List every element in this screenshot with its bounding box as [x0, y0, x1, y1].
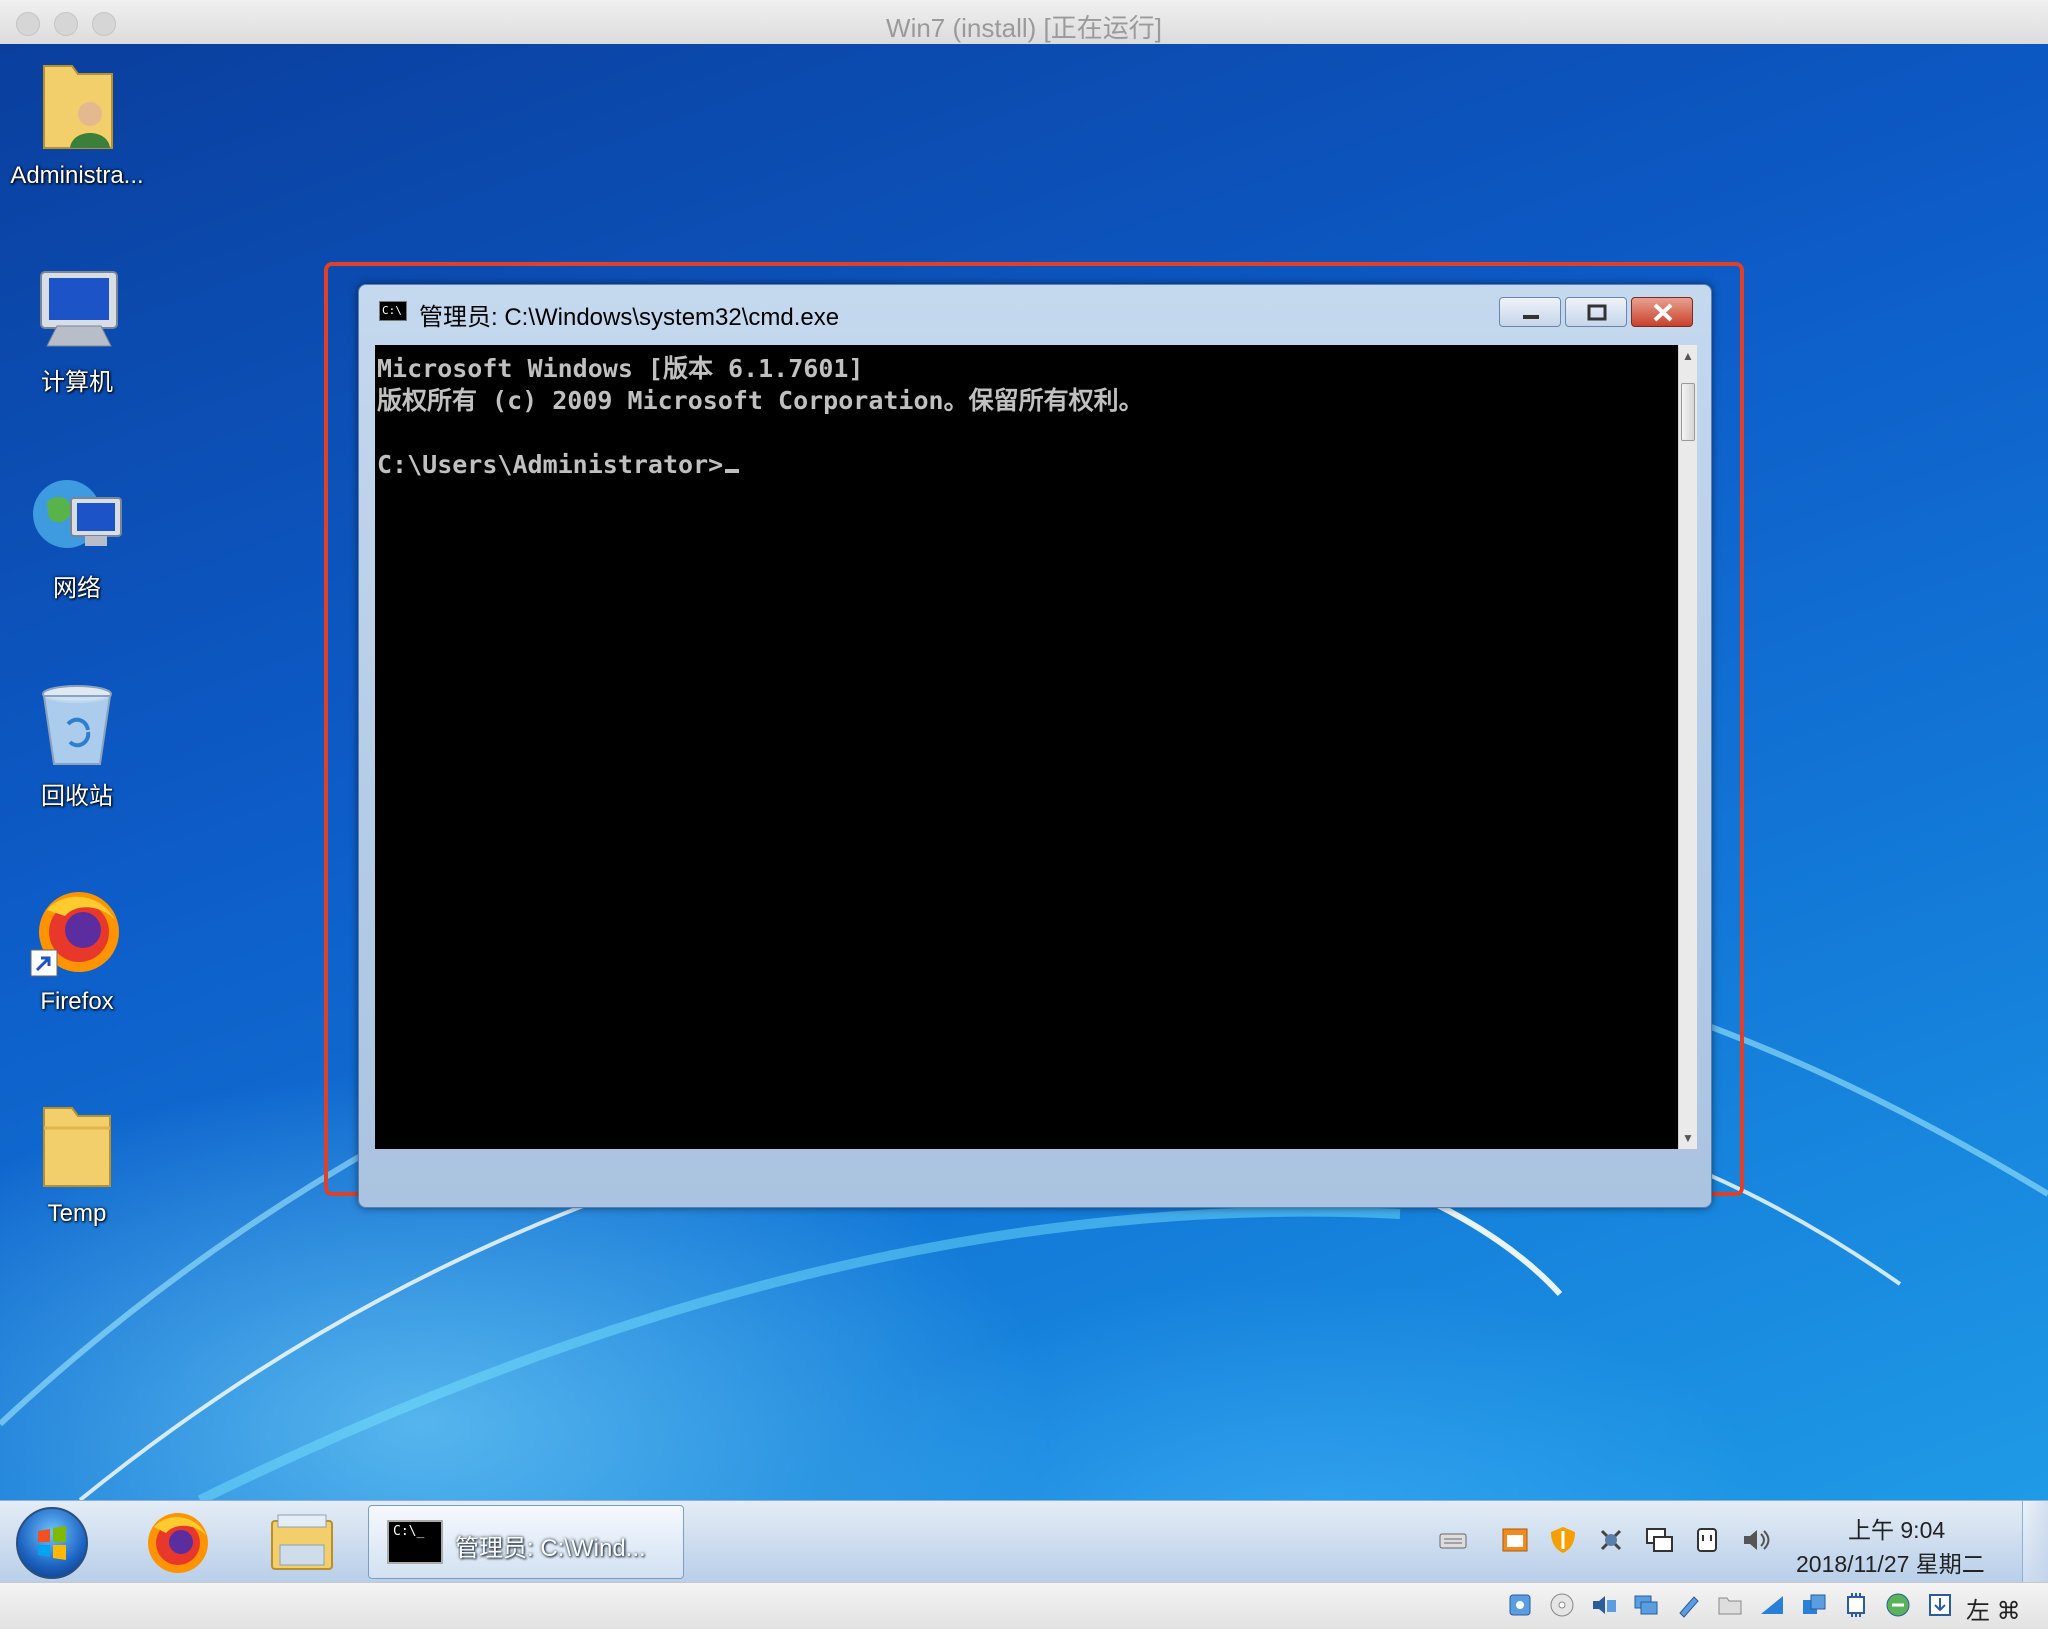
volume-icon[interactable] — [1740, 1525, 1770, 1555]
network-share-icon[interactable] — [1596, 1525, 1626, 1555]
folder-icon — [43, 1107, 111, 1187]
file-explorer-icon — [271, 1514, 333, 1570]
computer-icon — [40, 271, 118, 347]
desktop-icon-label: 回收站 — [41, 783, 113, 810]
console-prompt: C:\Users\Administrator> — [377, 450, 724, 479]
recording-icon[interactable] — [1884, 1591, 1912, 1619]
windows-logo-icon — [38, 1526, 66, 1560]
vertical-scrollbar[interactable]: ▲ ▼ — [1678, 345, 1697, 1149]
display-icon[interactable] — [1758, 1591, 1786, 1619]
taskbar-cmd-task[interactable]: C:\_ 管理员: C:\Wind... — [368, 1505, 684, 1579]
desktop-icon-recycle-bin[interactable]: 回收站 — [2, 680, 152, 811]
desktop-icon-network[interactable]: 网络 — [2, 472, 152, 603]
desktop-icon-firefox[interactable]: Firefox — [2, 886, 152, 1016]
maximize-icon — [1587, 304, 1607, 321]
hdd-icon[interactable] — [1506, 1591, 1534, 1619]
desktop-icon-administrator[interactable]: Administra... — [2, 56, 152, 190]
close-button[interactable] — [1631, 297, 1693, 327]
desktop-icon-temp[interactable]: Temp — [2, 1098, 152, 1228]
cmd-titlebar[interactable]: C:\ 管理员: C:\Windows\system32\cmd.exe — [359, 285, 1711, 335]
host-key-label[interactable]: 左 ⌘ — [1966, 1591, 2021, 1626]
snapshot-icon[interactable] — [1800, 1591, 1828, 1619]
console-prompt-line: C:\Users\Administrator> — [377, 449, 1678, 481]
network-icon[interactable] — [1632, 1591, 1660, 1619]
show-desktop-button[interactable] — [2022, 1501, 2048, 1583]
desktop-icon-label: 计算机 — [41, 369, 113, 396]
cmd-app-icon[interactable]: C:\ — [379, 301, 407, 321]
desktop-icon-label: Firefox — [40, 988, 114, 1015]
taskbar-firefox[interactable] — [128, 1507, 228, 1579]
usb-icon[interactable] — [1674, 1591, 1702, 1619]
cmd-icon: C:\_ — [387, 1520, 443, 1564]
audio-icon[interactable] — [1590, 1591, 1618, 1619]
shared-folder-icon[interactable] — [1716, 1591, 1744, 1619]
usb-icon[interactable] — [1692, 1525, 1722, 1555]
guest-desktop: Administra... 计算机 网络 回收站 Firefox Temp C:… — [0, 44, 2048, 1500]
taskbar: C:\_ 管理员: C:\Wind... 上午 9:04 2018/11/27 … — [0, 1500, 2048, 1583]
console-output[interactable]: Microsoft Windows [版本 6.1.7601] 版权所有 (c)… — [375, 345, 1678, 1149]
console-line: 版权所有 (c) 2009 Microsoft Corporation。保留所有… — [377, 386, 1144, 415]
minimize-button[interactable] — [1499, 297, 1561, 327]
maximize-button[interactable] — [1565, 297, 1627, 327]
clock-time[interactable]: 上午 9:04 — [1848, 1511, 1945, 1545]
desktop-icon-label: Administra... — [10, 162, 144, 189]
desktop-icon-label: Temp — [47, 1200, 107, 1227]
desktop-icon-label: 网络 — [53, 575, 101, 602]
cmd-window-title: 管理员: C:\Windows\system32\cmd.exe — [419, 304, 840, 331]
cpu-icon[interactable] — [1842, 1591, 1870, 1619]
user-folder-icon — [43, 65, 113, 149]
recycle-bin-icon — [42, 685, 112, 765]
clock-date[interactable]: 2018/11/27 星期二 — [1796, 1545, 1985, 1579]
scroll-up-icon[interactable]: ▲ — [1679, 345, 1697, 367]
flag-icon[interactable] — [1500, 1525, 1530, 1555]
arrow-down-icon[interactable] — [1926, 1591, 1954, 1619]
network-icon — [33, 480, 122, 548]
keyboard-icon[interactable] — [1438, 1525, 1468, 1555]
vbox-status-bar: 左 ⌘ — [0, 1582, 2048, 1629]
firefox-icon — [30, 892, 119, 977]
taskbar-task-label: 管理员: C:\Wind... — [455, 1535, 646, 1562]
host-window-title: Win7 (install) [正在运行] — [886, 13, 1162, 43]
display-icon[interactable] — [1644, 1525, 1674, 1555]
host-titlebar: Win7 (install) [正在运行] — [0, 0, 2048, 45]
close-icon — [1653, 303, 1673, 322]
firefox-icon — [148, 1513, 208, 1573]
desktop-icon-computer[interactable]: 计算机 — [2, 266, 152, 397]
console-line: Microsoft Windows [版本 6.1.7601] — [377, 354, 864, 383]
taskbar-explorer[interactable] — [252, 1507, 352, 1579]
scroll-down-icon[interactable]: ▼ — [1679, 1127, 1697, 1149]
start-button[interactable] — [16, 1507, 88, 1579]
shield-icon[interactable] — [1548, 1525, 1578, 1555]
scroll-thumb[interactable] — [1681, 383, 1695, 441]
cmd-window[interactable]: C:\ 管理员: C:\Windows\system32\cmd.exe Mic… — [358, 284, 1712, 1208]
cd-icon[interactable] — [1548, 1591, 1576, 1619]
minimize-icon — [1523, 315, 1539, 319]
text-cursor — [725, 469, 740, 473]
